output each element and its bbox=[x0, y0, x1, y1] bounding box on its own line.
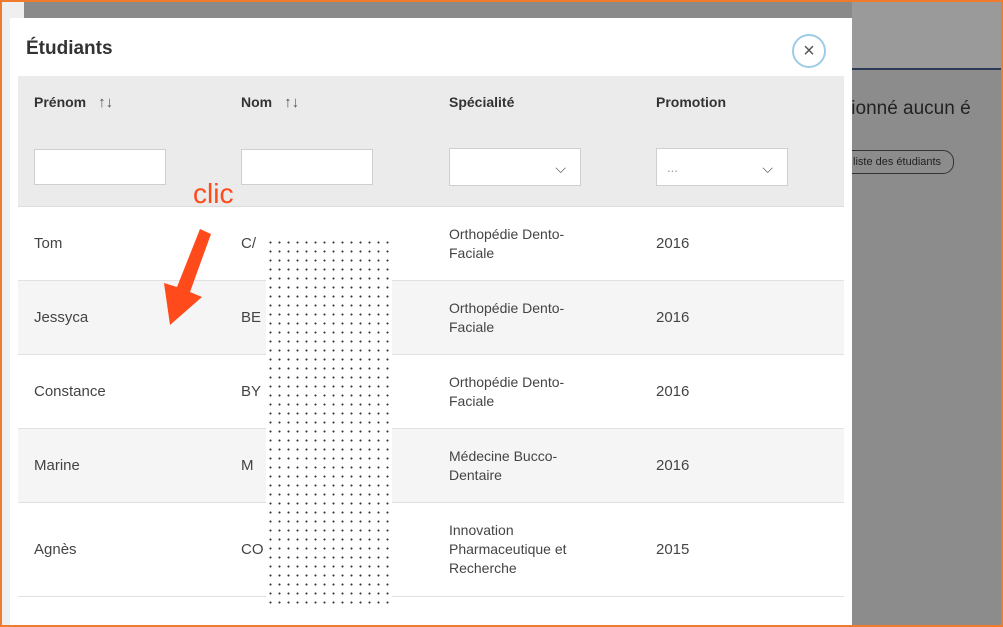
table-row[interactable]: Constance BY Orthopédie Dento- Faciale 20… bbox=[18, 354, 844, 429]
cell-promotion: 2016 bbox=[640, 354, 844, 429]
prenom-filter-input[interactable] bbox=[34, 149, 166, 185]
column-header-prenom[interactable]: Prénom ↑↓ bbox=[18, 76, 225, 128]
table-header-row: Prénom ↑↓ Nom ↑↓ Spécialité Promotion bbox=[18, 76, 844, 128]
filter-row: ⌵ ... ⌵ bbox=[18, 128, 844, 207]
cell-promotion: 2016 bbox=[640, 428, 844, 503]
cell-specialite: Orthopédie Dento- Faciale bbox=[433, 280, 640, 355]
redaction-overlay bbox=[266, 238, 392, 604]
cell-specialite: Orthopédie Dento- Faciale bbox=[433, 206, 640, 281]
column-header-specialite: Spécialité bbox=[433, 76, 640, 128]
column-header-nom[interactable]: Nom ↑↓ bbox=[225, 76, 433, 128]
cell-specialite: Orthopédie Dento- Faciale bbox=[433, 354, 640, 429]
close-button[interactable]: × bbox=[792, 34, 826, 68]
annotation-arrow-icon bbox=[164, 229, 211, 325]
background-message: tionné aucun é bbox=[846, 98, 971, 119]
backdrop-header bbox=[852, 2, 1001, 70]
table-row[interactable]: Tom C/ Orthopédie Dento- Faciale 2016 bbox=[18, 206, 844, 281]
cell-prenom: Constance bbox=[18, 354, 225, 429]
cell-specialite: Innovation Pharmaceutique et Recherche bbox=[433, 502, 640, 597]
chevron-down-icon: ⌵ bbox=[555, 160, 566, 176]
sort-icon[interactable]: ↑↓ bbox=[98, 94, 113, 111]
sort-icon[interactable]: ↑↓ bbox=[284, 94, 299, 111]
cell-promotion: 2016 bbox=[640, 206, 844, 281]
cell-prenom: Marine bbox=[18, 428, 225, 503]
table-row[interactable]: Agnès CO Innovation Pharmaceutique et Rech… bbox=[18, 502, 844, 597]
screenshot-frame: tionné aucun é liste des étudiants Étudi… bbox=[0, 0, 1003, 627]
column-header-promotion: Promotion bbox=[640, 76, 844, 128]
cell-prenom: Agnès bbox=[18, 502, 225, 597]
cell-specialite: Médecine Bucco- Dentaire bbox=[433, 428, 640, 503]
promotion-filter-select[interactable]: ... ⌵ bbox=[656, 148, 788, 186]
chevron-down-icon: ⌵ bbox=[762, 160, 773, 176]
modal-title: Étudiants bbox=[26, 38, 113, 59]
students-table: Prénom↑↓ Nom↑↓ Spécialité Promotion ⌵ bbox=[18, 76, 844, 597]
nom-filter-input[interactable] bbox=[241, 149, 373, 185]
table-row[interactable]: Marine M Médecine Bucco- Dentaire 2016 bbox=[18, 428, 844, 503]
page-backdrop bbox=[852, 2, 1001, 625]
table-row[interactable]: Jessyca BE Orthopédie Dento- Faciale 2016 bbox=[18, 280, 844, 355]
cell-promotion: 2016 bbox=[640, 280, 844, 355]
close-icon: × bbox=[803, 40, 815, 62]
specialite-filter-select[interactable]: ⌵ bbox=[449, 148, 581, 186]
cell-promotion: 2015 bbox=[640, 502, 844, 597]
annotation-label: clic bbox=[193, 178, 234, 209]
